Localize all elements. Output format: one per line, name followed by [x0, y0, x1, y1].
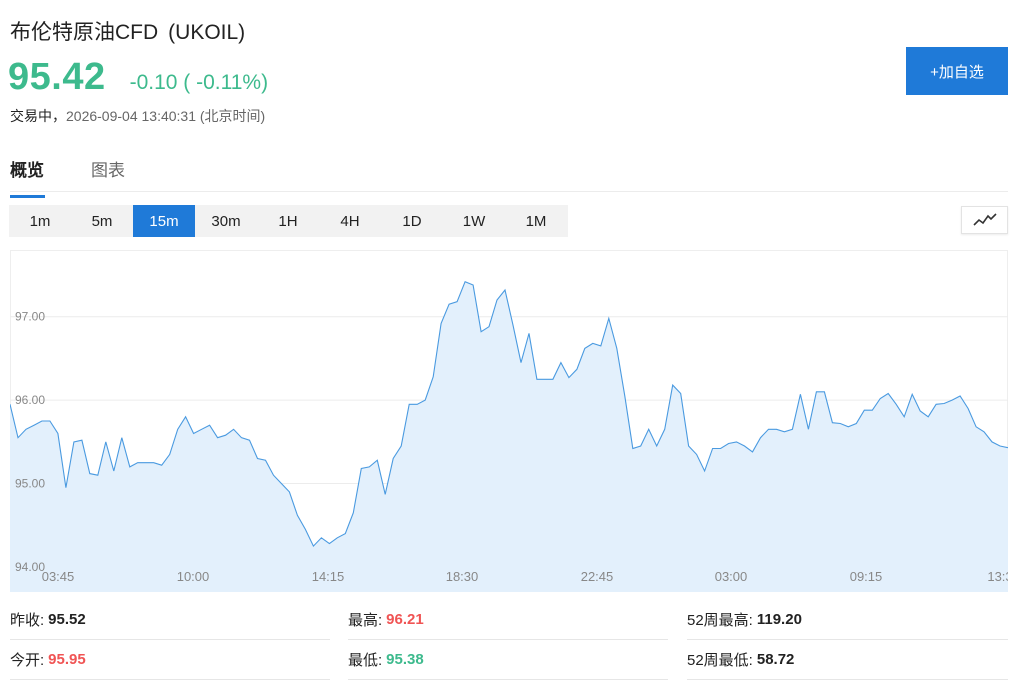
- x-tick-label: 22:45: [581, 569, 614, 584]
- x-tick-label: 14:15: [312, 569, 345, 584]
- stat-prev-close: 昨收: 95.52: [10, 600, 330, 640]
- status-label: 交易中，: [10, 108, 66, 124]
- price-change: -0.10 ( -0.11%): [129, 71, 269, 94]
- timeframe-5m[interactable]: 5m: [71, 205, 133, 237]
- stat-value: 95.95: [48, 651, 86, 668]
- status-timestamp: 2026-09-04 13:40:31: [66, 108, 196, 124]
- add-to-watchlist-button[interactable]: +加自选: [906, 47, 1008, 95]
- stat-low: 最低: 95.38: [348, 640, 668, 680]
- last-price: 95.42: [8, 56, 106, 98]
- tab-overview[interactable]: 概览: [10, 156, 45, 198]
- stat-open: 今开: 95.95: [10, 640, 330, 680]
- tab-bar: 概览 图表: [10, 152, 1008, 198]
- stat-label: 最低:: [348, 652, 383, 669]
- status-timezone: (北京时间): [199, 108, 266, 124]
- stat-52w-high: 52周最高: 119.20: [687, 600, 1008, 640]
- price-row: 95.42 -0.10 ( -0.11%): [8, 56, 268, 99]
- line-chart-icon: [972, 213, 997, 226]
- instrument-name: 布伦特原油CFD: [10, 21, 159, 44]
- x-tick-label: 18:30: [446, 569, 479, 584]
- stat-value: 119.20: [756, 611, 802, 628]
- timeframe-1mo[interactable]: 1M: [505, 205, 567, 237]
- stat-value: 95.38: [386, 651, 424, 668]
- x-tick-label: 10:00: [177, 569, 210, 584]
- instrument-code: (UKOIL): [168, 21, 246, 44]
- timeframe-15m[interactable]: 15m: [133, 205, 195, 237]
- instrument-title: 布伦特原油CFD (UKOIL): [10, 16, 245, 46]
- price-chart-svg: 97.0096.0095.0094.0003:45 10:00 14:15 18:30…: [10, 250, 1008, 592]
- timeframe-30m[interactable]: 30m: [195, 205, 257, 237]
- trading-status: 交易中，2026-09-04 13:40:31 (北京时间): [10, 106, 265, 126]
- stat-value: 58.72: [756, 651, 795, 668]
- timeframe-1h[interactable]: 1H: [257, 205, 319, 237]
- timeframe-1d[interactable]: 1D: [381, 205, 443, 237]
- stat-label: 52周最高:: [687, 612, 753, 629]
- timeframe-selector: 1m 5m 15m 30m 1H 4H 1D 1W 1M: [9, 205, 568, 237]
- timeframe-1m[interactable]: 1m: [9, 205, 71, 237]
- x-tick-label: 13:3: [987, 569, 1008, 584]
- stat-label: 52周最低:: [687, 652, 753, 669]
- y-tick-label: 97.00: [15, 310, 45, 324]
- stat-52w-low: 52周最低: 58.72: [687, 640, 1008, 680]
- x-tick-label: 03:00: [715, 569, 748, 584]
- tab-chart[interactable]: 图表: [91, 156, 125, 195]
- chart-type-button[interactable]: [961, 206, 1008, 234]
- timeframe-1w[interactable]: 1W: [443, 205, 505, 237]
- stat-high: 最高: 96.21: [348, 600, 668, 640]
- stat-value: 96.21: [386, 611, 424, 628]
- stat-label: 昨收:: [10, 612, 45, 629]
- stat-value: 95.52: [48, 611, 86, 628]
- timeframe-4h[interactable]: 4H: [319, 205, 381, 237]
- y-tick-label: 95.00: [15, 477, 45, 491]
- stat-label: 最高:: [348, 612, 383, 629]
- price-chart[interactable]: 97.00 96.00 95.00 94.00 03:45 10:00 14:15 18:30…: [10, 250, 1008, 592]
- stat-label: 今开:: [10, 652, 45, 669]
- y-tick-label: 96.00: [15, 393, 45, 407]
- x-tick-label: 09:15: [850, 569, 883, 584]
- x-tick-label: 03:45: [42, 569, 75, 584]
